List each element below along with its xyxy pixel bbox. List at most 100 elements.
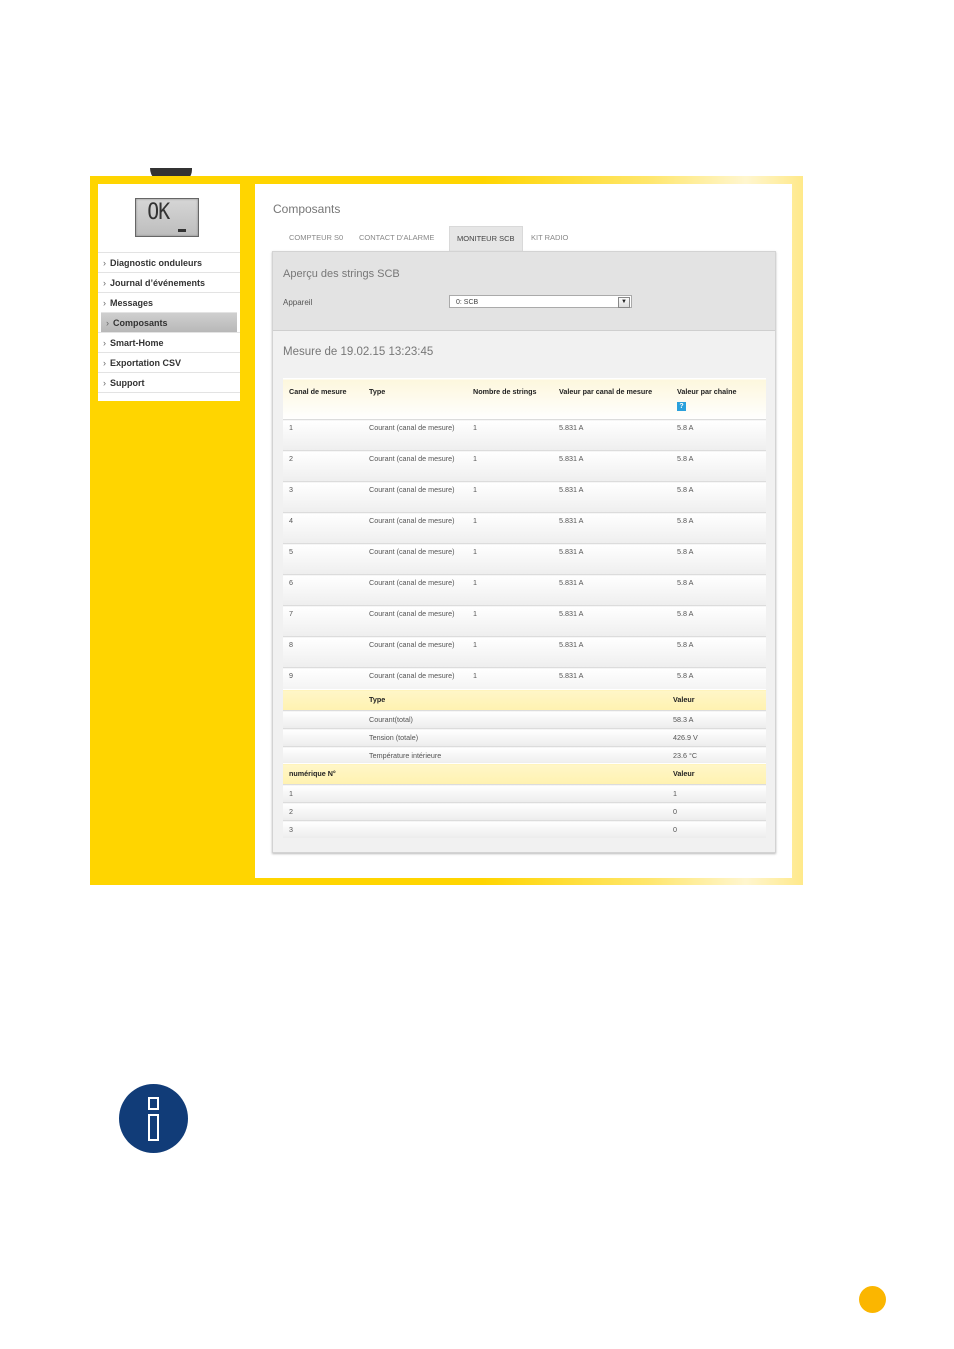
chevron-right-icon: › (103, 258, 106, 268)
table-cell: 7 (283, 605, 363, 637)
lcd-text: OK (147, 200, 170, 225)
table-cell: 3 (283, 820, 667, 838)
tab-compteur-s0[interactable]: COMPTEUR S0 (289, 226, 343, 250)
table-cell: Courant (canal de mesure) (363, 450, 467, 482)
table-row: 7 Courant (canal de mesure) 1 5.831 A 5.8 A (283, 605, 766, 637)
col-header-valeur: Valeur (667, 763, 766, 785)
info-icon-bar (148, 1114, 159, 1141)
table-cell: 5.831 A (553, 605, 671, 637)
totals-table: Type Valeur Courant(total) 58.3 A Tension … (283, 689, 766, 764)
chevron-right-icon: › (103, 338, 106, 348)
panel-header: Aperçu des strings SCB Appareil 0: SCB ▼ (273, 252, 775, 331)
table-cell: 1 (283, 419, 363, 451)
table-cell: 1 (467, 605, 553, 637)
table-row: Courant(total) 58.3 A (283, 710, 766, 729)
tab-contact-alarme[interactable]: CONTACT D'ALARME (359, 226, 434, 250)
table-cell-empty (283, 746, 363, 764)
totals-table-header: Type Valeur (283, 689, 766, 711)
table-cell: 0 (667, 820, 766, 838)
sidebar-item-5[interactable]: › Exportation CSV (98, 352, 240, 372)
sidebar-item-0[interactable]: › Diagnostic onduleurs (98, 252, 240, 272)
table-cell: 5.831 A (553, 543, 671, 575)
tab-kit-radio[interactable]: KIT RADIO (531, 226, 568, 250)
sidebar-item-label: Support (110, 378, 145, 388)
sidebar-item-label: Exportation CSV (110, 358, 182, 368)
table-cell: 5.8 A (671, 481, 766, 513)
table-row: Température intérieure 23.6 °C (283, 746, 766, 764)
table-cell: 1 (467, 636, 553, 668)
col-header-type: Type (363, 689, 667, 711)
device-select[interactable]: 0: SCB ▼ (449, 295, 632, 308)
table-cell: 5 (283, 543, 363, 575)
table-cell-empty (283, 710, 363, 729)
sidebar-item-1[interactable]: › Journal d’événements (98, 272, 240, 292)
table-row: 11 (283, 784, 766, 803)
table-cell: 8 (283, 636, 363, 668)
table-cell: 1 (467, 481, 553, 513)
table-cell: 2 (283, 450, 363, 482)
sidebar-item-label: Messages (110, 298, 154, 308)
table-cell: 1 (667, 784, 766, 803)
table-cell: 2 (283, 802, 667, 821)
table-cell: Courant (canal de mesure) (363, 636, 467, 668)
page-title: Composants (273, 202, 341, 216)
table-cell: 5.831 A (553, 574, 671, 606)
table-row: 20 (283, 802, 766, 821)
info-icon-dot (148, 1097, 159, 1110)
chevron-right-icon: › (103, 278, 106, 288)
col-header-valeur: Valeur (667, 689, 766, 711)
chevron-right-icon: › (106, 318, 109, 328)
table-cell: 58.3 A (667, 710, 766, 729)
digital-table-header: numérique N° Valeur (283, 763, 766, 785)
measure-title: Mesure de 19.02.15 13:23:45 (283, 346, 434, 358)
table-row: 3 Courant (canal de mesure) 1 5.831 A 5.8 A (283, 481, 766, 513)
table-cell: 5.831 A (553, 512, 671, 544)
table-row: 6 Courant (canal de mesure) 1 5.831 A 5.8 A (283, 574, 766, 606)
table-cell: Courant(total) (363, 710, 667, 729)
info-icon (119, 1084, 188, 1153)
table-row: 1 Courant (canal de mesure) 1 5.831 A 5.8 A (283, 419, 766, 451)
table-row: 4 Courant (canal de mesure) 1 5.831 A 5.8 A (283, 512, 766, 544)
table-cell: 5.831 A (553, 419, 671, 451)
table-cell: Courant (canal de mesure) (363, 481, 467, 513)
strings-table-header: Canal de mesure Type Nombre de strings V… (283, 378, 766, 420)
table-cell: 3 (283, 481, 363, 513)
table-cell: 426.9 V (667, 728, 766, 747)
col-header-valeur-chaine: Valeur par chaîne ? (671, 378, 766, 420)
table-cell: 6 (283, 574, 363, 606)
table-cell: Courant (canal de mesure) (363, 605, 467, 637)
chevron-right-icon: › (103, 378, 106, 388)
table-cell: 5.831 A (553, 481, 671, 513)
table-cell: 23.6 °C (667, 746, 766, 764)
tab-moniteur-scb[interactable]: MONITEUR SCB (449, 226, 523, 251)
chevron-down-icon[interactable]: ▼ (618, 297, 630, 308)
table-cell: Courant (canal de mesure) (363, 574, 467, 606)
table-cell: 5.8 A (671, 605, 766, 637)
chevron-right-icon: › (103, 298, 106, 308)
strings-table: Canal de mesure Type Nombre de strings V… (283, 378, 766, 729)
table-cell: 1 (467, 512, 553, 544)
table-cell: 4 (283, 512, 363, 544)
col-header-valeur-canal: Valeur par canal de mesure (553, 378, 671, 420)
digital-table: numérique N° Valeur 112030 (283, 763, 766, 838)
table-cell: 1 (467, 450, 553, 482)
sidebar-item-label: Composants (113, 318, 168, 328)
section-title: Aperçu des strings SCB (283, 268, 400, 280)
sidebar: OK › Diagnostic onduleurs › Journal d’événe… (98, 184, 240, 401)
table-cell: 5.8 A (671, 450, 766, 482)
table-cell: 1 (467, 574, 553, 606)
sidebar-item-4[interactable]: › Smart-Home (98, 332, 240, 352)
table-cell: 0 (667, 802, 766, 821)
sidebar-item-6[interactable]: › Support (98, 372, 240, 392)
table-row: 2 Courant (canal de mesure) 1 5.831 A 5.8 A (283, 450, 766, 482)
table-row: Tension (totale) 426.9 V (283, 728, 766, 747)
sidebar-item-3[interactable]: › Composants (101, 312, 237, 332)
sidebar-item-2[interactable]: › Messages (98, 292, 240, 312)
lcd-indicator (178, 229, 186, 232)
device-lcd: OK (135, 198, 199, 237)
main-content: Composants COMPTEUR S0 CONTACT D'ALARME … (255, 184, 792, 878)
help-icon[interactable]: ? (677, 402, 686, 411)
device-select-value: 0: SCB (456, 299, 479, 306)
scb-panel: Aperçu des strings SCB Appareil 0: SCB ▼… (272, 251, 776, 853)
table-cell: Température intérieure (363, 746, 667, 764)
